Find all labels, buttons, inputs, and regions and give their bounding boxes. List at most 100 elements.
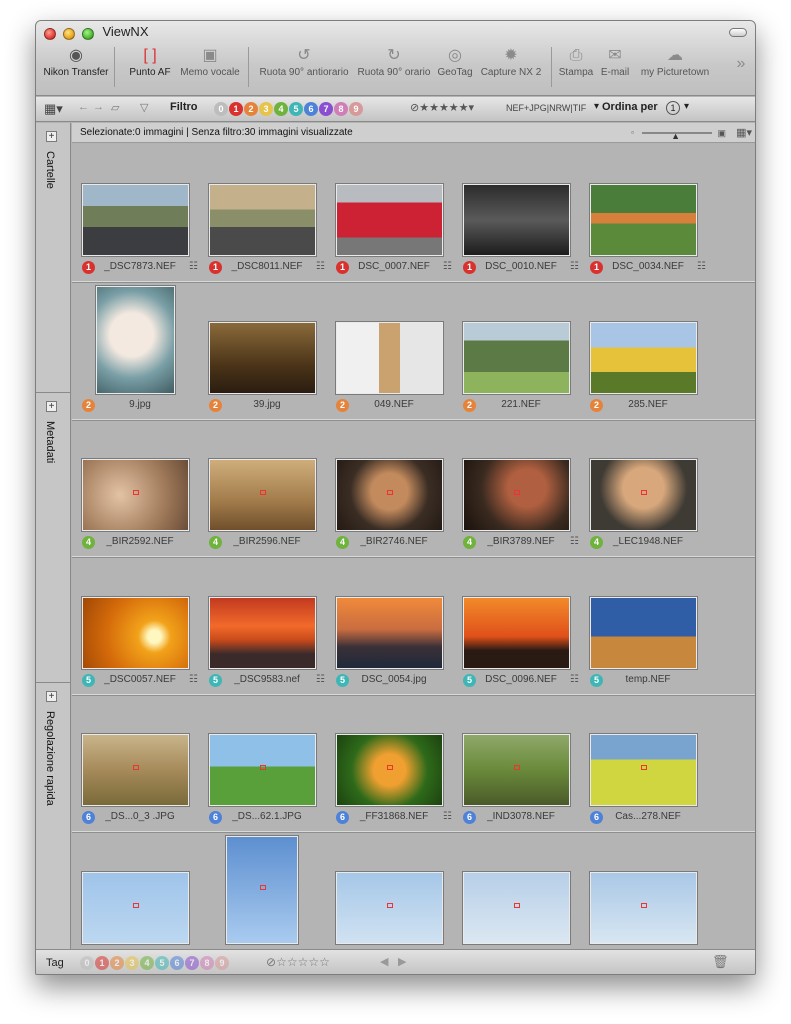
thumbnail-image[interactable] xyxy=(335,459,443,531)
prev-image-icon[interactable]: ◀ xyxy=(380,955,388,968)
import-icon[interactable]: ▽ xyxy=(140,101,148,114)
thumbnail-image[interactable] xyxy=(462,596,570,669)
export-icon[interactable]: ▱ xyxy=(111,101,119,114)
label-filter-4[interactable]: 4 xyxy=(274,102,288,116)
forward-arrow-icon[interactable]: → xyxy=(93,101,104,113)
thumbnail-item[interactable]: 1 _DSC7873.NEF ☷ xyxy=(76,144,203,282)
thumbnail-image[interactable] xyxy=(81,596,189,669)
sidebar-section-regolazione[interactable]: + Regolazione rapida xyxy=(36,683,71,949)
thumbnail-item[interactable]: 6 _IND3078.NEF xyxy=(457,694,584,832)
expand-plus-icon[interactable]: + xyxy=(46,131,57,142)
label-filter-2[interactable]: 2 xyxy=(244,102,258,116)
thumbnail-item[interactable]: 5 temp.NEF xyxy=(584,557,711,695)
thumbnail-item[interactable]: 2 285.NEF xyxy=(584,282,711,420)
voice-memo-button[interactable]: ▣ Memo vocale xyxy=(179,43,241,95)
trash-icon[interactable]: 🗑 xyxy=(712,954,729,970)
label-filter-3[interactable]: 3 xyxy=(259,102,273,116)
label-filter-8[interactable]: 8 xyxy=(334,102,348,116)
geotag-button[interactable]: ◎ GeoTag xyxy=(436,43,474,95)
thumbnail-item[interactable]: 1 DSC_0010.NEF ☷ xyxy=(457,144,584,282)
thumbnail-item[interactable]: 5 DSC_0096.NEF ☷ xyxy=(457,557,584,695)
rating-filter[interactable]: ⊘★★★★★▾ xyxy=(410,101,474,114)
label-filter[interactable]: 0123456789 xyxy=(214,102,364,116)
thumbnail-image[interactable] xyxy=(589,459,697,531)
label-filter-3[interactable]: 3 xyxy=(125,956,139,970)
thumbnail-image[interactable] xyxy=(95,285,175,394)
nikon-transfer-button[interactable]: ◉ Nikon Transfer xyxy=(42,43,110,95)
label-filter-5[interactable]: 5 xyxy=(289,102,303,116)
expand-plus-icon[interactable]: + xyxy=(46,691,57,702)
view-mode-icon[interactable]: ▦▾ xyxy=(44,101,63,117)
thumbnail-item[interactable]: 1 DSC_0007.NEF ☷ xyxy=(330,144,457,282)
thumbnail-item[interactable]: 2 39.jpg xyxy=(203,282,330,420)
thumbnail-image[interactable] xyxy=(208,321,316,394)
label-filter-1[interactable]: 1 xyxy=(229,102,243,116)
label-filter-0[interactable]: 0 xyxy=(214,102,228,116)
rotate-ccw-button[interactable]: ↺ Ruota 90° antiorario xyxy=(258,43,350,95)
thumbnail-item[interactable]: 4 _LEC1948.NEF xyxy=(584,419,711,557)
thumbnail-item[interactable]: 5 DSC_0054.jpg xyxy=(330,557,457,695)
thumbnail-image[interactable] xyxy=(335,321,443,394)
grid-view-icon[interactable]: ▦▾ xyxy=(736,123,752,143)
thumbnail-image[interactable] xyxy=(589,871,697,944)
thumbnail-item[interactable]: 1 DSC_0034.NEF ☷ xyxy=(584,144,711,282)
thumbnail-image[interactable] xyxy=(81,734,189,806)
slider-thumb[interactable]: ▲ xyxy=(671,126,680,146)
label-filter-1[interactable]: 1 xyxy=(95,956,109,970)
thumbnail-image[interactable] xyxy=(81,871,189,944)
thumbnail-image[interactable] xyxy=(81,184,189,256)
label-filter-8[interactable]: 8 xyxy=(200,956,214,970)
thumbnail-image[interactable] xyxy=(589,596,697,669)
thumbnail-item[interactable]: 6 _FF31868.NEF ☷ xyxy=(330,694,457,832)
thumbnail-image[interactable] xyxy=(589,734,697,806)
thumbnail-image[interactable] xyxy=(208,184,316,256)
label-filter-6[interactable]: 6 xyxy=(304,102,318,116)
thumbnail-item[interactable]: 6 _DS...0_3 .JPG xyxy=(76,694,203,832)
label-filter-6[interactable]: 6 xyxy=(170,956,184,970)
thumbnail-image[interactable] xyxy=(208,596,316,669)
toolbar-overflow-button[interactable]: » xyxy=(734,51,748,103)
thumbnail-image[interactable] xyxy=(462,871,570,944)
capture-nx-button[interactable]: ✹ Capture NX 2 xyxy=(480,43,542,95)
label-filter-0[interactable]: 0 xyxy=(80,956,94,970)
thumbnail-item[interactable]: 6 _DS...62.1.JPG xyxy=(203,694,330,832)
sidebar-section-cartelle[interactable]: + Cartelle xyxy=(36,123,71,393)
sidebar-section-metadati[interactable]: + Metadati xyxy=(36,393,71,683)
picturetown-button[interactable]: ☁ my Picturetown xyxy=(638,43,712,95)
thumbnail-item[interactable]: 4 _BIR2596.NEF xyxy=(203,419,330,557)
label-filter-7[interactable]: 7 xyxy=(319,102,333,116)
format-filter[interactable]: NEF+JPG|NRW|TIF xyxy=(506,103,586,113)
expand-plus-icon[interactable]: + xyxy=(46,401,57,412)
thumbnail-image[interactable] xyxy=(462,734,570,806)
thumbnail-item[interactable]: 2 221.NEF xyxy=(457,282,584,420)
thumbnail-image[interactable] xyxy=(335,184,443,256)
thumbnail-item[interactable]: 1 _DSC8011.NEF ☷ xyxy=(203,144,330,282)
thumbnail-image[interactable] xyxy=(208,734,316,806)
next-image-icon[interactable]: ▶ xyxy=(398,955,406,968)
thumbnail-item[interactable]: 5 _DSC0057.NEF ☷ xyxy=(76,557,203,695)
back-arrow-icon[interactable]: ← xyxy=(78,101,89,113)
tag-rating[interactable]: ⊘☆☆☆☆☆ xyxy=(266,955,330,969)
af-point-button[interactable]: [ ] Punto AF xyxy=(124,43,176,95)
print-button[interactable]: ⎙ Stampa xyxy=(558,43,594,95)
label-filter-2[interactable]: 2 xyxy=(110,956,124,970)
tag-label-buttons[interactable]: 0123456789 xyxy=(80,956,230,970)
thumbnail-image[interactable] xyxy=(462,459,570,531)
thumbnail-image[interactable] xyxy=(226,835,298,944)
label-filter-7[interactable]: 7 xyxy=(185,956,199,970)
thumbnail-image[interactable] xyxy=(335,596,443,669)
thumbnail-item[interactable]: 5 _DSC9583.nef ☷ xyxy=(203,557,330,695)
thumbnail-item[interactable]: 4 _BIR2746.NEF xyxy=(330,419,457,557)
label-filter-9[interactable]: 9 xyxy=(215,956,229,970)
thumbnail-image[interactable] xyxy=(462,321,570,394)
label-filter-9[interactable]: 9 xyxy=(349,102,363,116)
rotate-cw-button[interactable]: ↻ Ruota 90° orario xyxy=(356,43,432,95)
thumbnail-item[interactable]: 4 _BIR2592.NEF xyxy=(76,419,203,557)
thumbnail-image[interactable] xyxy=(208,459,316,531)
thumbnail-image[interactable] xyxy=(589,184,697,256)
thumbnail-item[interactable]: 2 049.NEF xyxy=(330,282,457,420)
email-button[interactable]: ✉ E-mail xyxy=(598,43,632,95)
thumbnail-item[interactable]: 6 Cas...278.NEF xyxy=(584,694,711,832)
thumbnail-image[interactable] xyxy=(462,184,570,256)
thumbnail-item[interactable]: 2 9.jpg xyxy=(76,282,203,420)
